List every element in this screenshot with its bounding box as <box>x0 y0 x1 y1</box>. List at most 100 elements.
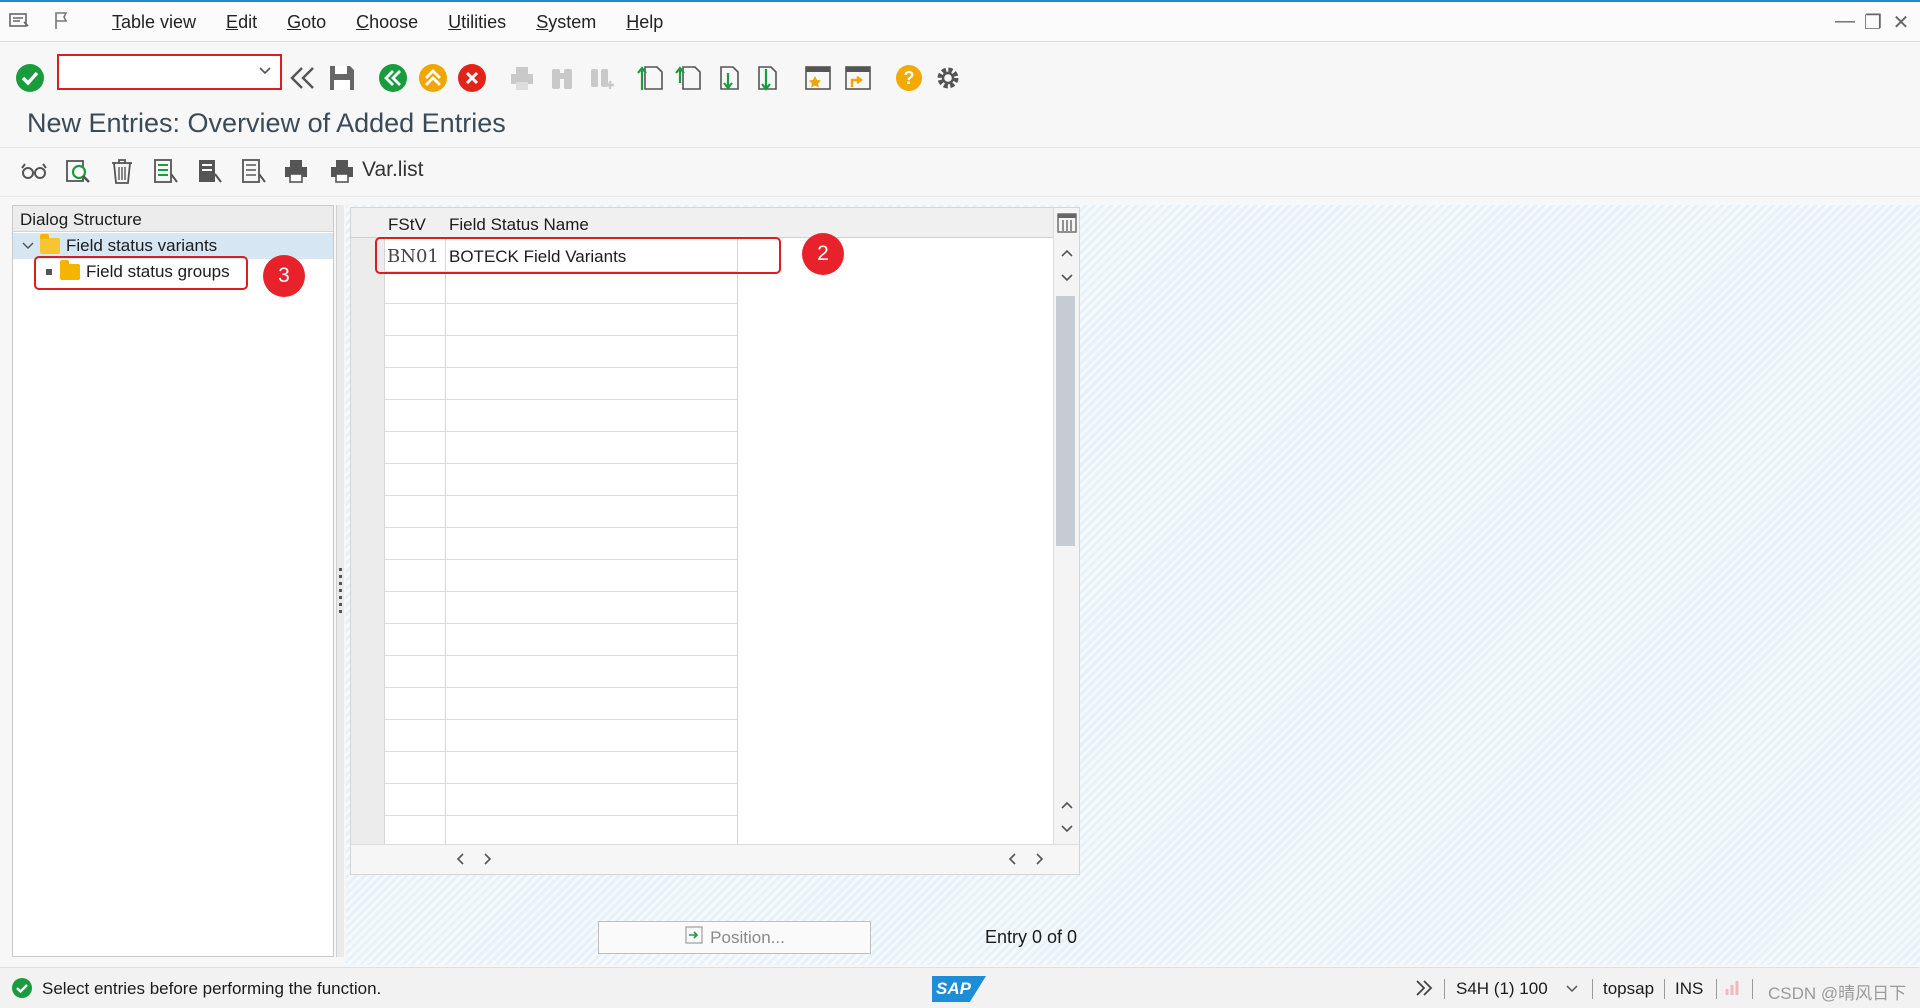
settings-gear-icon[interactable] <box>932 62 964 94</box>
select-block-icon[interactable] <box>193 155 225 187</box>
dialog-structure-header: Dialog Structure <box>13 206 333 232</box>
help-icon[interactable]: ? <box>893 62 925 94</box>
sap-logo: SAP <box>932 976 986 1002</box>
annotation-badge-3: 3 <box>263 255 305 297</box>
row-selector-column[interactable] <box>351 238 385 844</box>
position-button-label: Position... <box>710 927 785 947</box>
scroll-left-icon[interactable] <box>455 852 467 870</box>
grid-line <box>445 238 446 844</box>
command-field[interactable] <box>57 54 282 90</box>
input-mode[interactable]: INS <box>1675 979 1703 999</box>
grid-line <box>385 367 737 368</box>
menu-choose[interactable]: Choose <box>356 12 418 33</box>
chevron-down-icon[interactable] <box>22 236 36 256</box>
flag-icon[interactable] <box>52 10 74 32</box>
exit-icon[interactable] <box>417 62 449 94</box>
find-icon <box>546 62 578 94</box>
highlight-box-tree <box>34 256 248 290</box>
column-header-fstv[interactable]: FStV <box>388 215 426 235</box>
chevron-down-icon[interactable] <box>1565 981 1579 1001</box>
grid-line <box>385 335 737 336</box>
menu-goto[interactable]: Goto <box>287 12 326 33</box>
scroll-right-icon[interactable] <box>481 852 493 870</box>
dialog-structure-pane: Dialog Structure Field status variants F… <box>12 205 334 957</box>
user-name: topsap <box>1603 979 1655 998</box>
new-session-icon[interactable] <box>802 62 834 94</box>
watermark: CSDN @晴风日下 <box>1768 984 1907 1003</box>
shortcut-icon[interactable] <box>842 62 874 94</box>
print-icon <box>506 62 538 94</box>
collapse-left-icon[interactable] <box>286 62 318 94</box>
menu-help[interactable]: Help <box>626 12 663 33</box>
position-icon <box>684 925 704 950</box>
page-title: New Entries: Overview of Added Entries <box>27 108 506 138</box>
menu-edit[interactable]: Edit <box>226 12 257 33</box>
scroll-page-down-icon[interactable] <box>1060 822 1074 840</box>
scroll-up-icon[interactable] <box>1060 246 1074 264</box>
deselect-all-icon[interactable] <box>237 155 269 187</box>
last-page-icon[interactable] <box>749 62 781 94</box>
grid-line <box>385 591 737 592</box>
previous-page-icon[interactable] <box>673 62 705 94</box>
grid-line <box>385 687 737 688</box>
grid-line <box>737 238 738 844</box>
highlight-box-row <box>375 237 781 274</box>
splitter-grip-icon[interactable] <box>339 568 342 614</box>
success-check-icon <box>11 977 33 1004</box>
entry-count: Entry 0 of 0 <box>985 927 1078 947</box>
scroll-left-end-icon[interactable] <box>1007 852 1019 870</box>
status-message[interactable]: Select entries before performing the fun… <box>42 979 381 999</box>
grid-line <box>385 815 737 816</box>
minimize-icon[interactable]: — <box>1834 10 1856 33</box>
menu-table-view[interactable]: Table view <box>112 12 196 33</box>
performance-chart-icon <box>1724 977 1744 1002</box>
grid-line <box>385 623 737 624</box>
back-icon[interactable] <box>377 62 409 94</box>
scrollbar-thumb[interactable] <box>1056 296 1075 546</box>
next-page-icon[interactable] <box>711 62 743 94</box>
close-window-icon[interactable]: ✕ <box>1890 10 1912 35</box>
column-header-field-status-name[interactable]: Field Status Name <box>449 215 589 235</box>
change-display-glasses-icon[interactable] <box>18 155 50 187</box>
select-all-icon[interactable] <box>149 155 181 187</box>
grid-line <box>385 719 737 720</box>
grid-line <box>385 463 737 464</box>
position-button[interactable]: Position... <box>598 921 871 954</box>
save-icon[interactable] <box>326 62 358 94</box>
status-divider <box>1664 979 1665 999</box>
grid-line <box>385 431 737 432</box>
scroll-right-end-icon[interactable] <box>1033 852 1045 870</box>
print-icon[interactable] <box>280 155 312 187</box>
table-header: FStV Field Status Name <box>351 208 1053 238</box>
variant-list-button[interactable]: Var.list <box>362 158 423 182</box>
grid-line <box>385 303 737 304</box>
menu-utilities[interactable]: Utilities <box>448 12 506 33</box>
grid-line <box>385 751 737 752</box>
chevron-down-icon[interactable] <box>258 62 272 82</box>
enter-check-icon[interactable] <box>14 62 46 94</box>
menu-items: Table view Edit Goto Choose Utilities Sy… <box>112 12 693 33</box>
details-icon[interactable] <box>62 155 94 187</box>
scroll-page-up-icon[interactable] <box>1060 798 1074 816</box>
menu-icon[interactable] <box>8 10 30 32</box>
command-input[interactable] <box>67 60 257 84</box>
menu-system[interactable]: System <box>536 12 596 33</box>
open-folder-icon <box>40 234 60 254</box>
status-divider <box>1444 979 1445 999</box>
delete-trash-icon[interactable] <box>106 155 138 187</box>
grid-line <box>385 495 737 496</box>
scroll-down-icon[interactable] <box>1060 271 1074 289</box>
tree-node-label: Field status variants <box>66 236 218 255</box>
restore-icon[interactable]: ❐ <box>1862 10 1884 35</box>
annotation-badge-2: 2 <box>802 233 844 275</box>
variant-list-print-icon[interactable] <box>326 155 358 187</box>
svg-text:?: ? <box>904 68 915 88</box>
grid-line <box>385 655 737 656</box>
grid-line <box>385 399 737 400</box>
column-config-icon[interactable] <box>1057 213 1077 238</box>
first-page-icon[interactable] <box>635 62 667 94</box>
title-divider <box>0 147 1920 148</box>
system-info: S4H (1) 100 <box>1456 979 1548 998</box>
expand-status-icon[interactable] <box>1413 977 1435 1004</box>
cancel-icon[interactable] <box>456 62 488 94</box>
